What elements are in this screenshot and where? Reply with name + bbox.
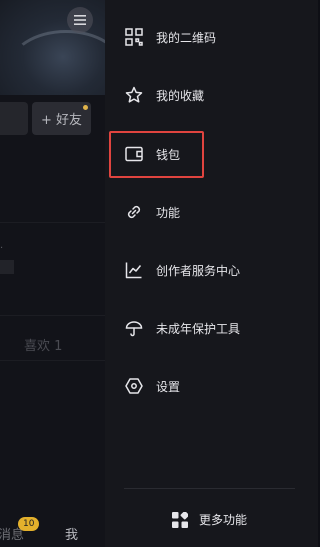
- settings-icon: [124, 376, 144, 396]
- add-friend-label: + 好友: [40, 113, 83, 128]
- drawer-item-minor-protection[interactable]: 未成年保护工具: [105, 308, 318, 348]
- drawer-item-label: 我的二维码: [156, 30, 217, 45]
- edit-profile-button[interactable]: [0, 102, 28, 135]
- more-functions-button[interactable]: 更多功能: [172, 511, 247, 528]
- profile-page-background: + 好友 . 喜欢 1 消息 10 我: [0, 0, 105, 547]
- new-dot: [83, 105, 88, 110]
- tab-me[interactable]: 我: [65, 524, 78, 543]
- bio-fragment: .: [0, 240, 4, 251]
- wallet-highlight-box: [109, 131, 204, 178]
- more-functions-label: 更多功能: [199, 513, 248, 527]
- divider: [0, 222, 105, 223]
- add-friend-button[interactable]: + 好友: [32, 102, 91, 135]
- side-drawer: 我的二维码 我的收藏 钱包 功能 创作者服务中心 未成年保护工具 设置 更多功能: [105, 0, 318, 547]
- drawer-item-label: 功能: [156, 205, 181, 220]
- messages-badge: 10: [18, 517, 40, 531]
- tag-fragment: [0, 260, 14, 274]
- drawer-item-creator-center[interactable]: 创作者服务中心: [105, 250, 318, 290]
- link-icon: [124, 202, 144, 222]
- drawer-item-favorites[interactable]: 我的收藏: [105, 75, 318, 115]
- chart-line-icon: [124, 260, 144, 280]
- umbrella-icon: [124, 318, 144, 338]
- more-functions-icon: [172, 511, 188, 528]
- likes-tab[interactable]: 喜欢 1: [24, 335, 62, 354]
- menu-button[interactable]: [67, 7, 93, 33]
- drawer-item-label: 未成年保护工具: [156, 321, 241, 336]
- hamburger-icon: [74, 15, 86, 25]
- drawer-item-qr-code[interactable]: 我的二维码: [105, 17, 318, 57]
- divider: [0, 360, 105, 361]
- qr-code-icon: [124, 27, 144, 47]
- drawer-item-label: 我的收藏: [156, 88, 205, 103]
- banner-decoration: [8, 30, 105, 106]
- drawer-divider: [124, 488, 295, 489]
- drawer-item-label: 设置: [156, 379, 181, 394]
- drawer-item-functions[interactable]: 功能: [105, 192, 318, 232]
- drawer-item-label: 创作者服务中心: [156, 263, 241, 278]
- star-icon: [124, 85, 144, 105]
- drawer-item-settings[interactable]: 设置: [105, 366, 318, 406]
- divider: [0, 315, 105, 316]
